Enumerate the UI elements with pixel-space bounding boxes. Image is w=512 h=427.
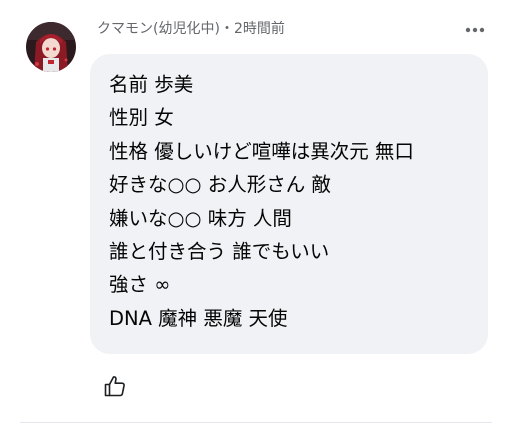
comment-bubble: 名前 歩美 性別 女 性格 優しいけど喧嘩は異次元 無口 好きな○○ お人形さん… bbox=[90, 54, 488, 354]
avatar-image bbox=[26, 22, 76, 72]
comment-meta: クマモン(幼児化中)・2時間前 bbox=[97, 18, 285, 38]
comment-line: DNA 魔神 悪魔 天使 bbox=[109, 306, 288, 330]
comment-line: 名前 歩美 bbox=[109, 73, 194, 96]
more-options-button[interactable] bbox=[460, 18, 490, 42]
comment-line: 性別 女 bbox=[109, 106, 174, 130]
like-button[interactable] bbox=[103, 374, 127, 398]
comment-line: 嫌いな○○ 味方 人間 bbox=[109, 206, 292, 230]
comment-line: 性格 優しいけど喧嘩は異次元 無口 bbox=[109, 139, 414, 163]
thumbs-up-icon bbox=[104, 376, 125, 397]
author-name[interactable]: クマモン(幼児化中) bbox=[97, 21, 220, 37]
avatar[interactable] bbox=[26, 22, 76, 72]
comment-line: 好きな○○ お人形さん 敵 bbox=[109, 173, 331, 197]
divider bbox=[20, 422, 492, 423]
meta-separator: ・ bbox=[219, 21, 234, 37]
more-dots-icon bbox=[465, 27, 485, 33]
comment-line: 強さ ∞ bbox=[109, 273, 171, 297]
comment-line: 誰と付き合う 誰でもいい bbox=[109, 240, 330, 264]
timestamp[interactable]: 2時間前 bbox=[234, 21, 285, 37]
comment-card: クマモン(幼児化中)・2時間前 名前 歩美 性別 女 性格 優しいけど喧嘩は異次… bbox=[0, 0, 512, 427]
